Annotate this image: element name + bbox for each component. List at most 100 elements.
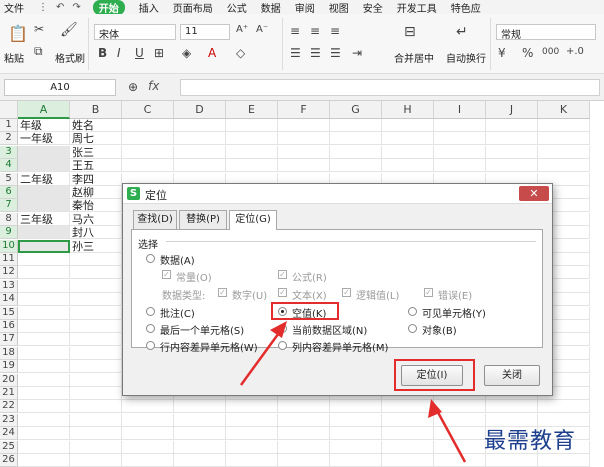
radio-visible[interactable]: [408, 307, 417, 316]
cell-f26[interactable]: [278, 454, 330, 467]
cell-i4[interactable]: [434, 159, 486, 173]
font-name-select[interactable]: 宋体: [94, 24, 176, 41]
cell-g26[interactable]: [330, 454, 382, 467]
cell-a10[interactable]: [18, 239, 70, 253]
fill-color-icon[interactable]: ◈: [182, 46, 191, 60]
cell-b10[interactable]: 孙三: [70, 239, 122, 253]
cell-c4[interactable]: [122, 159, 174, 173]
cell-b9[interactable]: 封八: [70, 226, 122, 240]
cell-i24[interactable]: [434, 427, 486, 441]
cell-b22[interactable]: [70, 400, 122, 414]
tab-data[interactable]: 数据: [261, 0, 281, 15]
cell-a26[interactable]: [18, 454, 70, 467]
column-header-b[interactable]: B: [70, 101, 122, 119]
cell-f1[interactable]: [278, 119, 330, 132]
cell-f23[interactable]: [278, 413, 330, 427]
cell-h4[interactable]: [382, 159, 434, 173]
cell-b24[interactable]: [70, 427, 122, 441]
row-header-21[interactable]: 21: [0, 387, 18, 400]
cell-b17[interactable]: [70, 333, 122, 347]
tab-security[interactable]: 安全: [363, 0, 383, 15]
radio-col-diff[interactable]: [278, 341, 287, 350]
cell-b18[interactable]: [70, 346, 122, 360]
cell-e2[interactable]: [226, 132, 278, 146]
dialog-close-button[interactable]: ✕: [519, 186, 549, 201]
cell-a3[interactable]: [18, 145, 70, 159]
row-header-26[interactable]: 26: [0, 454, 18, 467]
align-center-icon[interactable]: ☰: [310, 46, 321, 60]
italic-button[interactable]: I: [117, 46, 121, 60]
cell-b7[interactable]: 秦怡: [70, 199, 122, 213]
column-header-e[interactable]: E: [226, 101, 278, 119]
cell-g4[interactable]: [330, 159, 382, 173]
cell-e1[interactable]: [226, 119, 278, 132]
cell-b16[interactable]: [70, 320, 122, 333]
dialog-titlebar[interactable]: S 定位 ✕: [123, 184, 552, 204]
cell-b8[interactable]: 马六: [70, 212, 122, 226]
cell-e3[interactable]: [226, 145, 278, 159]
close-button[interactable]: 关闭: [484, 365, 540, 386]
cell-b5[interactable]: 李四: [70, 172, 122, 186]
check-constant[interactable]: ✓: [162, 270, 171, 279]
column-header-j[interactable]: J: [486, 101, 538, 119]
cell-a4[interactable]: [18, 159, 70, 173]
thousand-separator-button[interactable]: 000: [542, 47, 559, 57]
cell-a20[interactable]: [18, 373, 70, 387]
align-right-icon[interactable]: ☰: [330, 46, 341, 60]
cell-j2[interactable]: [486, 132, 538, 146]
cell-c3[interactable]: [122, 145, 174, 159]
number-format-select[interactable]: 常规: [496, 24, 596, 41]
cell-k26[interactable]: [538, 454, 590, 467]
cell-b26[interactable]: [70, 454, 122, 467]
cell-a24[interactable]: [18, 427, 70, 441]
column-header-h[interactable]: H: [382, 101, 434, 119]
cell-f4[interactable]: [278, 159, 330, 173]
cell-f25[interactable]: [278, 440, 330, 454]
cell-d22[interactable]: [174, 400, 226, 414]
cell-c26[interactable]: [122, 454, 174, 467]
cell-b4[interactable]: 王五: [70, 159, 122, 173]
row-header-15[interactable]: 15: [0, 306, 18, 320]
row-header-3[interactable]: 3: [0, 145, 18, 159]
cell-d2[interactable]: [174, 132, 226, 146]
paste-label[interactable]: 粘贴: [4, 50, 24, 65]
cell-b25[interactable]: [70, 440, 122, 454]
cell-f24[interactable]: [278, 427, 330, 441]
column-header-k[interactable]: K: [538, 101, 590, 119]
indent-icon[interactable]: ⇥: [352, 46, 362, 60]
currency-icon[interactable]: ¥: [498, 46, 506, 60]
cell-a14[interactable]: [18, 293, 70, 307]
cell-b13[interactable]: [70, 279, 122, 293]
select-all-corner[interactable]: [0, 101, 18, 119]
cell-c1[interactable]: [122, 119, 174, 132]
tab-formulas[interactable]: 公式: [227, 0, 247, 15]
format-painter-icon[interactable]: 🖌: [60, 22, 78, 38]
cell-d4[interactable]: [174, 159, 226, 173]
cell-j1[interactable]: [486, 119, 538, 132]
cut-icon[interactable]: ✂: [34, 22, 44, 36]
tab-find[interactable]: 查找(D): [133, 210, 177, 229]
cell-d25[interactable]: [174, 440, 226, 454]
borders-icon[interactable]: ⊞: [154, 46, 164, 60]
cell-g2[interactable]: [330, 132, 382, 146]
cell-k4[interactable]: [538, 159, 590, 173]
cell-d23[interactable]: [174, 413, 226, 427]
cell-h24[interactable]: [382, 427, 434, 441]
radio-current-region[interactable]: [278, 324, 287, 333]
cell-h2[interactable]: [382, 132, 434, 146]
eraser-icon[interactable]: ◇: [236, 46, 245, 60]
bold-button[interactable]: B: [98, 46, 107, 60]
row-header-18[interactable]: 18: [0, 346, 18, 360]
cell-b20[interactable]: [70, 373, 122, 387]
cell-a16[interactable]: [18, 320, 70, 333]
menu-file[interactable]: 文件: [4, 0, 24, 15]
cell-h25[interactable]: [382, 440, 434, 454]
cell-b2[interactable]: 周七: [70, 132, 122, 146]
cell-k22[interactable]: [538, 400, 590, 414]
tab-replace[interactable]: 替换(P): [179, 210, 227, 229]
align-left-icon[interactable]: ☰: [290, 46, 301, 60]
cell-i23[interactable]: [434, 413, 486, 427]
row-header-9[interactable]: 9: [0, 226, 18, 240]
wrap-text-label[interactable]: 自动换行: [446, 50, 486, 65]
cell-g1[interactable]: [330, 119, 382, 132]
